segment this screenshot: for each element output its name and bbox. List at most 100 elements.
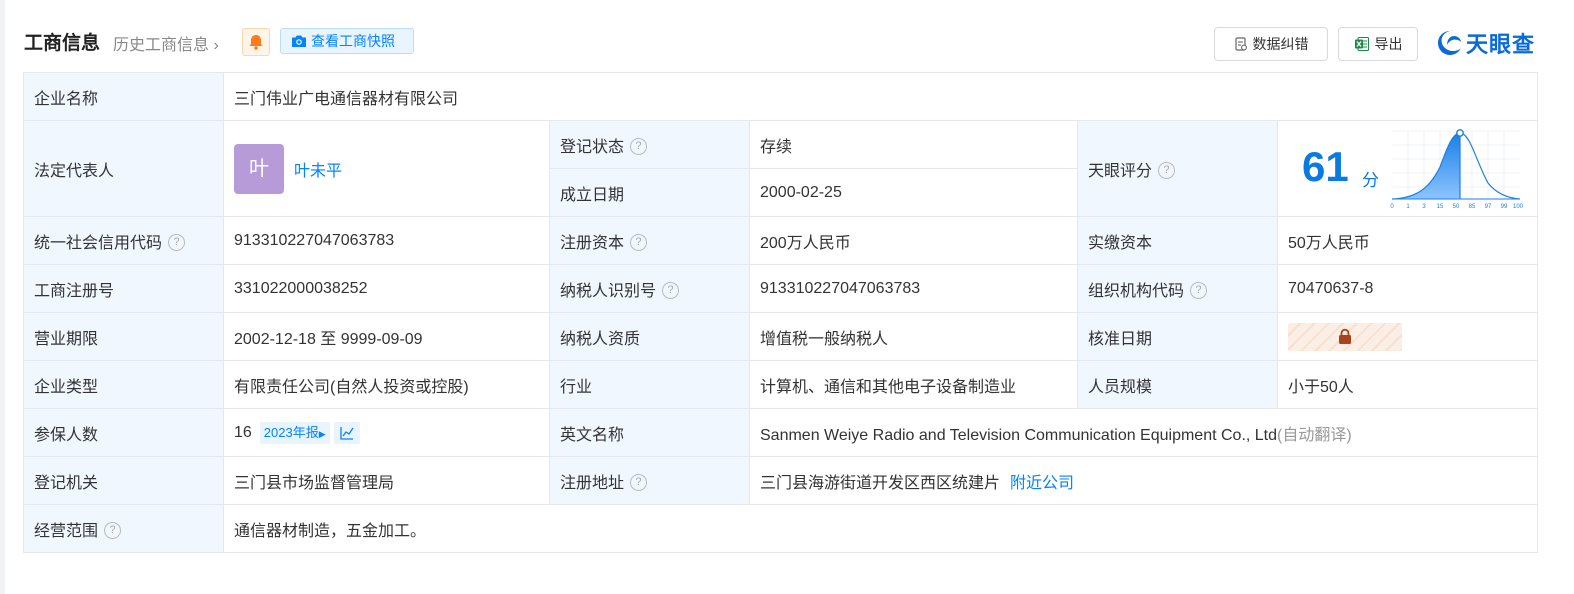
question-circle-icon[interactable]: ? <box>630 137 648 155</box>
question-circle-icon[interactable]: ? <box>630 233 648 251</box>
history-info-link-label: 历史工商信息 <box>113 37 210 54</box>
camera-icon <box>292 35 306 47</box>
score-axis-tick: 85 <box>1469 204 1476 210</box>
insured-cell: 16 2023年报▶ <box>223 408 550 457</box>
reg-capital-value: 200万人民币 <box>749 216 1078 265</box>
view-snapshot-button[interactable]: 查看工商快照 <box>280 28 414 54</box>
question-circle-icon[interactable]: ? <box>1158 161 1176 179</box>
chevron-right-icon: › <box>209 37 219 54</box>
address-value: 三门县海游街道开发区西区统建片 <box>760 474 1001 492</box>
paid-capital-value: 50万人民币 <box>1276 216 1539 265</box>
taxpayer-id-label: 纳税人识别号 <box>560 282 657 300</box>
term-label: 营业期限 <box>23 312 224 361</box>
taxpayer-id-label-cell: 纳税人识别号? <box>549 264 750 313</box>
staff-label: 人员规模 <box>1077 360 1278 409</box>
staff-value: 小于50人 <box>1276 360 1539 409</box>
score-label: 天眼评分 <box>1088 162 1153 180</box>
org-code-value: 70470637-8 <box>1276 264 1539 313</box>
question-circle-icon[interactable]: ? <box>662 281 680 299</box>
type-label: 企业类型 <box>23 360 224 409</box>
score-distribution-chart: 0 1 3 15 50 85 97 99 100 <box>1390 129 1524 210</box>
export-button[interactable]: 导出 <box>1338 27 1418 61</box>
document-edit-icon <box>1234 37 1247 51</box>
scope-value: 通信器材制造，五金加工。 <box>222 504 1539 553</box>
score-axis-tick: 100 <box>1513 204 1524 210</box>
auto-translate-note: (自动翻译) <box>1277 426 1352 444</box>
tianyancha-logo-icon <box>1438 30 1462 55</box>
industry-label: 行业 <box>549 360 750 409</box>
line-chart-icon <box>339 426 354 440</box>
trend-chart-button[interactable] <box>333 421 360 444</box>
score-axis-tick: 97 <box>1485 204 1492 210</box>
score-axis-tick: 1 <box>1406 204 1410 210</box>
data-correction-label: 数据纠错 <box>1252 36 1309 52</box>
view-snapshot-label: 查看工商快照 <box>311 33 395 49</box>
address-label-cell: 注册地址? <box>549 456 750 505</box>
approval-date-cell <box>1276 312 1539 361</box>
reg-status-label: 登记状态 <box>560 138 625 156</box>
english-name-cell: Sanmen Weiye Radio and Television Commun… <box>748 408 1539 457</box>
address-label: 注册地址 <box>560 474 625 492</box>
insured-label: 参保人数 <box>23 408 224 457</box>
caret-right-icon: ▶ <box>318 428 326 439</box>
page-left-edge <box>0 0 5 594</box>
business-info-table: 企业名称 三门伟业广电通信器材有限公司 法定代表人 叶叶未平 登记状态? 存续 … <box>23 72 1539 553</box>
history-info-link[interactable]: 历史工商信息 › <box>113 31 219 55</box>
company-name-value: 三门伟业广电通信器材有限公司 <box>222 72 1539 121</box>
biz-reg-no-label: 工商注册号 <box>23 264 224 313</box>
legal-rep-cell: 叶叶未平 <box>223 120 550 217</box>
english-name-label: 英文名称 <box>549 408 750 457</box>
table-row: 工商注册号 331022000038252 纳税人识别号? 9133102270… <box>23 264 1539 313</box>
credit-code-value: 913310227047063783 <box>223 216 550 265</box>
legal-rep-label: 法定代表人 <box>23 120 224 217</box>
reg-capital-label: 注册资本 <box>560 234 625 252</box>
company-name-label: 企业名称 <box>23 72 224 121</box>
english-name-value: Sanmen Weiye Radio and Television Commun… <box>760 426 1278 444</box>
subscribe-bell-button[interactable] <box>242 28 270 56</box>
legal-rep-link[interactable]: 叶未平 <box>294 163 342 180</box>
score-axis-tick: 0 <box>1390 204 1394 210</box>
question-circle-icon[interactable]: ? <box>104 521 122 539</box>
credit-code-label-cell: 统一社会信用代码? <box>23 216 224 265</box>
score-axis-tick: 50 <box>1453 204 1460 210</box>
table-row: 参保人数 16 2023年报▶ 英文名称 Sanmen Weiye Radio a… <box>23 408 1539 457</box>
question-circle-icon[interactable]: ? <box>1190 281 1208 299</box>
score-axis-tick: 99 <box>1501 204 1508 210</box>
type-value: 有限责任公司(自然人投资或控股) <box>223 360 550 409</box>
score-axis-tick: 15 <box>1437 204 1444 210</box>
founded-label: 成立日期 <box>549 168 750 217</box>
excel-icon <box>1354 36 1369 52</box>
table-row: 企业类型 有限责任公司(自然人投资或控股) 行业 计算机、通信和其他电子设备制造… <box>23 360 1539 409</box>
biz-reg-no-value: 331022000038252 <box>223 264 550 313</box>
scope-label: 经营范围 <box>34 522 99 540</box>
nearby-companies-link[interactable]: 附近公司 <box>1010 475 1074 492</box>
avatar: 叶 <box>234 143 284 194</box>
lock-icon <box>1339 328 1351 344</box>
address-cell: 三门县海游街道开发区西区统建片 附近公司 <box>748 456 1539 505</box>
taxpayer-id-value: 913310227047063783 <box>749 264 1078 313</box>
credit-code-label: 统一社会信用代码 <box>34 234 163 252</box>
authority-label: 登记机关 <box>23 456 224 505</box>
paid-capital-label: 实缴资本 <box>1077 216 1278 265</box>
annual-report-label: 2023年报 <box>263 424 319 440</box>
question-circle-icon[interactable]: ? <box>168 233 186 251</box>
data-correction-button[interactable]: 数据纠错 <box>1214 27 1328 61</box>
score-cell[interactable]: 61 分 0 1 3 15 50 85 97 99 100 <box>1276 120 1539 217</box>
section-header: 工商信息 历史工商信息 › 查看工商快照 数据纠错 导出 天眼查 <box>24 22 1538 62</box>
locked-value-box[interactable] <box>1288 322 1402 351</box>
org-code-label: 组织机构代码 <box>1088 282 1185 300</box>
reg-status-label-cell: 登记状态? <box>549 120 750 169</box>
insured-value: 16 <box>234 423 252 441</box>
tianyancha-logo: 天眼查 <box>1436 27 1535 59</box>
table-row: 统一社会信用代码? 913310227047063783 注册资本? 200万人… <box>23 216 1539 265</box>
table-row: 法定代表人 叶叶未平 登记状态? 存续 天眼评分? 61 分 0 1 3 15 … <box>23 120 1539 217</box>
taxpayer-qual-label: 纳税人资质 <box>549 312 750 361</box>
org-code-label-cell: 组织机构代码? <box>1077 264 1278 313</box>
question-circle-icon[interactable]: ? <box>630 473 648 491</box>
logo-text: 天眼查 <box>1466 32 1536 57</box>
approval-date-label: 核准日期 <box>1077 312 1278 361</box>
score-label-cell: 天眼评分? <box>1077 120 1278 217</box>
taxpayer-qual-value: 增值税一般纳税人 <box>749 312 1078 361</box>
annual-report-tag[interactable]: 2023年报▶ <box>259 421 330 444</box>
section-title: 工商信息 <box>24 33 101 54</box>
